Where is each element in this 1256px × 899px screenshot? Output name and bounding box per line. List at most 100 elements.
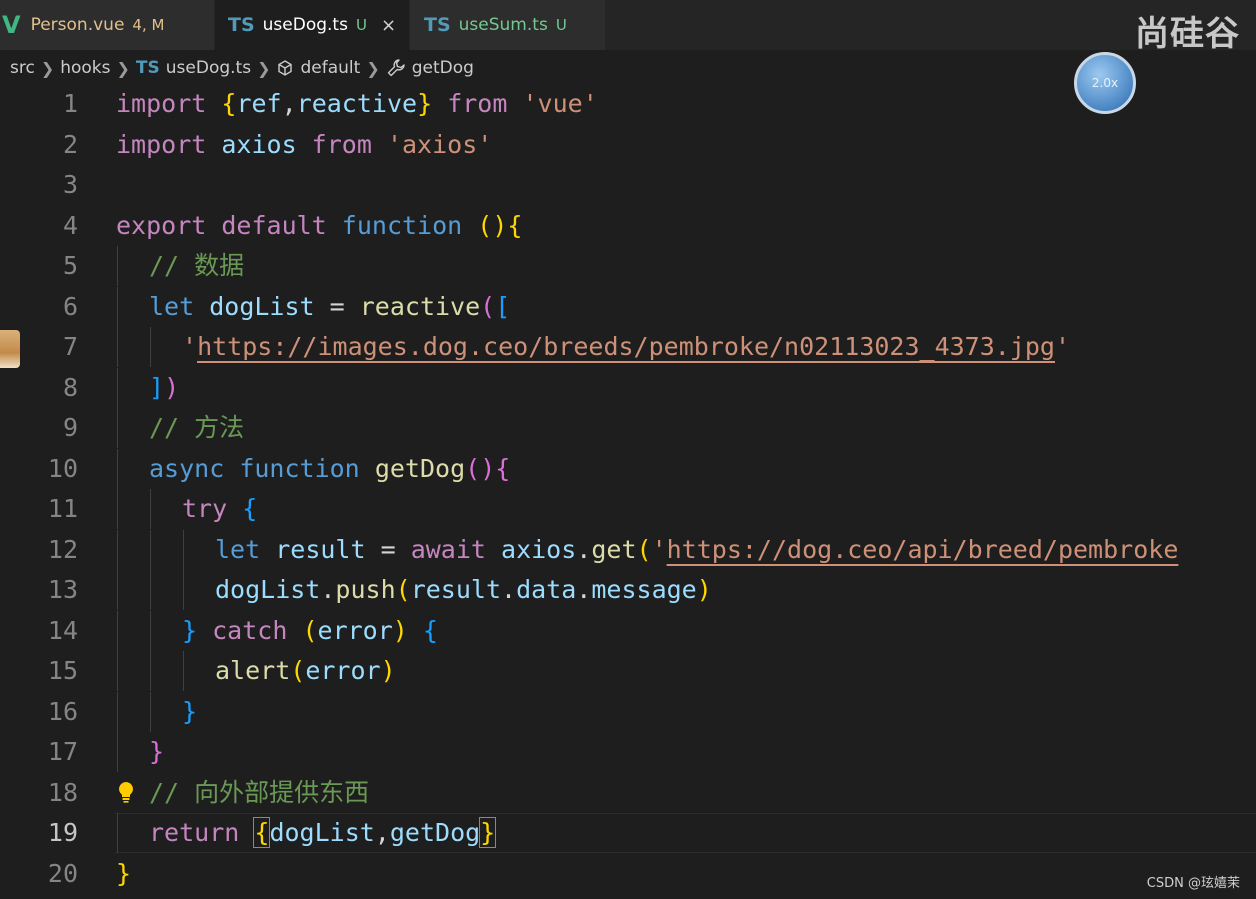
code-line: 4 export default function (){	[0, 206, 1256, 246]
line-number: 12	[47, 535, 78, 564]
indent-guide	[117, 408, 118, 448]
breadcrumb: src ❯ hooks ❯ TS useDog.ts ❯ default ❯ g…	[10, 54, 474, 82]
indent-guide	[150, 611, 151, 651]
line-number: 13	[47, 575, 78, 604]
code-text: try {	[182, 494, 258, 523]
code-line: 1 import {ref,reactive} from 'vue'	[0, 84, 1256, 124]
line-number: 14	[47, 616, 78, 645]
line-number: 18	[47, 778, 78, 807]
line-number: 10	[47, 454, 78, 483]
code-text: let dogList = reactive([	[149, 292, 511, 321]
url-link[interactable]: https://images.dog.ceo/breeds/pembroke/n…	[197, 332, 1055, 361]
indent-guide	[150, 327, 151, 367]
code-text: }	[116, 859, 132, 888]
code-text: async function getDog(){	[149, 454, 511, 483]
code-line: 18 // 向外部提供东西	[0, 773, 1256, 813]
tab-label: useDog.ts	[262, 15, 348, 35]
line-number: 3	[62, 170, 78, 199]
indent-guide	[150, 570, 151, 610]
brand-watermark: 尚硅谷	[1135, 14, 1240, 54]
line-number: 5	[62, 251, 78, 280]
code-comment: // 数据	[149, 251, 245, 280]
code-line: 7 'https://images.dog.ceo/breeds/pembrok…	[0, 327, 1256, 367]
indent-guide	[150, 651, 151, 691]
code-text: } catch (error) {	[182, 616, 438, 645]
close-icon[interactable]: ×	[381, 15, 396, 36]
line-number: 19	[47, 818, 78, 847]
tab-label: Person.vue	[30, 15, 125, 35]
code-line: 11 try {	[0, 489, 1256, 529]
line-number: 2	[62, 130, 78, 159]
code-line: 6 let dogList = reactive([	[0, 287, 1256, 327]
indent-guide	[117, 368, 118, 408]
indent-guide	[117, 530, 118, 570]
indent-guide	[117, 732, 118, 772]
indent-guide	[117, 813, 118, 853]
code-comment: // 方法	[149, 413, 245, 442]
line-number: 17	[47, 737, 78, 766]
vue-file-icon: V	[2, 11, 21, 39]
tab-label: useSum.ts	[458, 15, 548, 35]
indent-guide	[183, 570, 184, 610]
code-text: import {ref,reactive} from 'vue'	[116, 89, 598, 118]
code-text: 'https://images.dog.ceo/breeds/pembroke/…	[182, 332, 1071, 361]
line-number: 11	[47, 494, 78, 523]
tab-status-badge: U	[355, 16, 367, 34]
code-text: alert(error)	[215, 656, 396, 685]
code-line: 20 }	[0, 854, 1256, 894]
chevron-right-icon: ❯	[366, 58, 380, 78]
line-number: 20	[47, 859, 78, 888]
line-number: 1	[62, 89, 78, 118]
indent-guide	[117, 489, 118, 529]
typescript-file-icon: TS	[424, 14, 451, 36]
lightbulb-icon[interactable]	[117, 781, 135, 808]
tab-bar: V Person.vue 4, M TS useDog.ts U × TS us…	[0, 0, 1256, 54]
line-number: 16	[47, 697, 78, 726]
code-text: }	[149, 737, 165, 766]
code-line: 17 }	[0, 732, 1256, 772]
code-text: export default function (){	[116, 211, 523, 240]
line-number: 4	[62, 211, 78, 240]
code-text: let result = await axios.get('https://do…	[215, 535, 1179, 564]
indent-guide	[150, 692, 151, 732]
indent-guide	[150, 489, 151, 529]
code-line: 12 let result = await axios.get('https:/…	[0, 530, 1256, 570]
wrench-icon	[386, 58, 406, 78]
code-line: 10 async function getDog(){	[0, 449, 1256, 489]
indent-guide	[117, 570, 118, 610]
indent-guide	[117, 246, 118, 286]
code-text: return {dogList,getDog}	[149, 817, 497, 848]
tab-usesum-ts[interactable]: TS useSum.ts U	[410, 0, 606, 50]
url-link[interactable]: https://dog.ceo/api/breed/pembroke	[667, 535, 1179, 564]
line-number: 8	[62, 373, 78, 402]
indent-guide	[117, 611, 118, 651]
chevron-right-icon: ❯	[40, 58, 55, 78]
code-text: import axios from 'axios'	[116, 130, 493, 159]
indent-guide	[117, 287, 118, 327]
line-number: 7	[62, 332, 78, 361]
indent-guide	[150, 530, 151, 570]
code-line: 9 // 方法	[0, 408, 1256, 448]
breadcrumb-item-default[interactable]: default	[300, 58, 360, 78]
tab-status-badge: 4, M	[132, 16, 165, 34]
breadcrumb-item-src[interactable]: src	[10, 58, 35, 78]
indent-guide	[183, 530, 184, 570]
csdn-watermark: CSDN @玹嬉茉	[1146, 876, 1240, 891]
code-line: 2 import axios from 'axios'	[0, 125, 1256, 165]
typescript-file-icon: TS	[135, 58, 160, 78]
line-number: 9	[62, 413, 78, 442]
code-text: ])	[149, 373, 180, 402]
breadcrumb-item-file[interactable]: useDog.ts	[166, 58, 251, 78]
line-number: 15	[47, 656, 78, 685]
code-line: 5 // 数据	[0, 246, 1256, 286]
indent-guide	[117, 692, 118, 732]
indent-guide	[183, 651, 184, 691]
chevron-right-icon: ❯	[116, 58, 130, 78]
code-text: }	[182, 697, 198, 726]
tab-usedog-ts[interactable]: TS useDog.ts U ×	[215, 0, 410, 50]
indent-guide	[117, 449, 118, 489]
tab-person-vue[interactable]: V Person.vue 4, M	[0, 0, 215, 50]
breadcrumb-item-hooks[interactable]: hooks	[60, 58, 110, 78]
breadcrumb-item-getdog[interactable]: getDog	[412, 58, 474, 78]
code-line: 8 ])	[0, 368, 1256, 408]
